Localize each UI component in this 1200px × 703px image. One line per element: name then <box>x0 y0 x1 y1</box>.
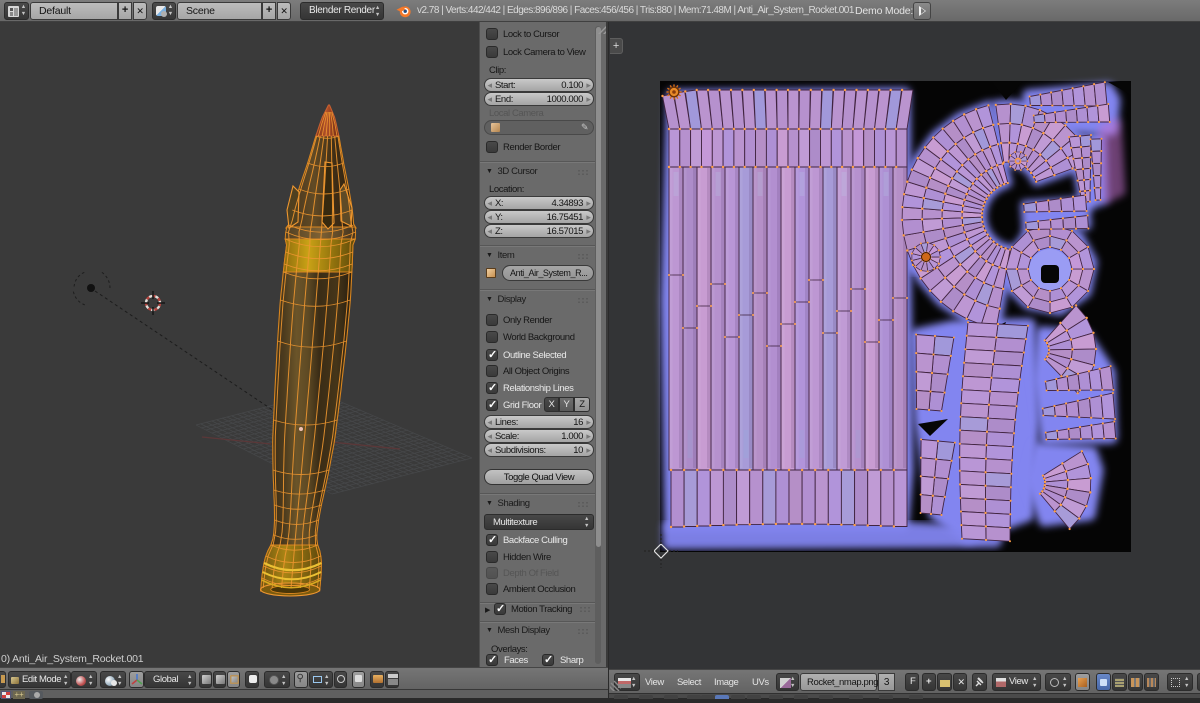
svg-text:0) Anti_Air_System_Rocket.001: 0) Anti_Air_System_Rocket.001 <box>1 653 144 665</box>
